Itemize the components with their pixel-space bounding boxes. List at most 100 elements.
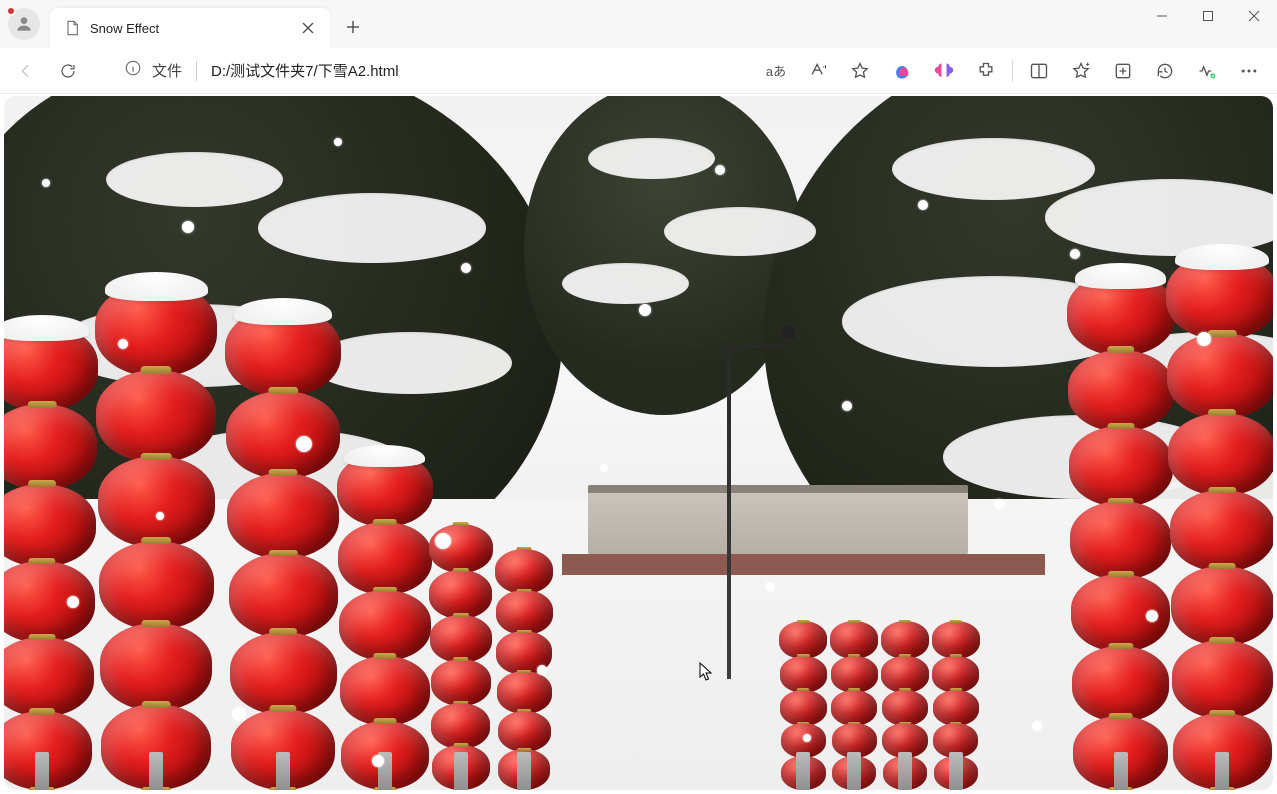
lantern-stake	[949, 752, 963, 790]
lantern	[339, 590, 431, 662]
lantern	[431, 703, 490, 749]
lamp-head	[781, 325, 795, 339]
translate-icon[interactable]: aあ	[756, 53, 796, 89]
notification-dot-icon	[6, 6, 16, 16]
site-info-icon[interactable]	[124, 59, 142, 82]
lantern	[498, 711, 551, 753]
lantern	[1072, 646, 1169, 722]
lantern-column	[429, 524, 493, 790]
history-icon[interactable]	[1145, 53, 1185, 89]
snow-patch	[588, 138, 715, 180]
lantern	[1170, 490, 1273, 572]
toolbar-separator	[1012, 60, 1013, 82]
lantern	[98, 456, 215, 547]
lantern-column	[1166, 253, 1273, 790]
copilot-icon[interactable]	[882, 53, 922, 89]
lantern	[431, 659, 491, 706]
lantern	[933, 690, 979, 726]
lantern	[1168, 413, 1273, 497]
address-type-label: 文件	[152, 60, 182, 81]
lantern-stake	[276, 752, 290, 790]
lantern	[99, 541, 214, 630]
lantern-column	[225, 307, 341, 790]
snow-patch	[892, 138, 1095, 200]
lantern-snowcap	[105, 272, 208, 301]
lantern-column	[4, 324, 98, 790]
lantern-column	[337, 452, 433, 790]
extensions-icon[interactable]	[966, 53, 1006, 89]
browser-tab[interactable]: Snow Effect	[50, 8, 330, 48]
collections-icon[interactable]	[1103, 53, 1143, 89]
lamp-post	[727, 346, 731, 679]
lantern-stake	[1114, 752, 1128, 790]
favorites-bar-icon[interactable]	[1061, 53, 1101, 89]
lantern	[4, 637, 94, 717]
window-minimize-button[interactable]	[1139, 0, 1185, 32]
lantern-column	[1067, 272, 1175, 790]
lantern	[1167, 333, 1273, 419]
new-tab-button[interactable]	[336, 10, 370, 44]
favorite-icon[interactable]	[840, 53, 880, 89]
lantern	[227, 473, 338, 560]
window-maximize-button[interactable]	[1185, 0, 1231, 32]
lantern-snowcap	[234, 298, 331, 325]
lantern	[932, 621, 980, 658]
lantern-column	[95, 282, 217, 790]
background-wall	[562, 554, 1044, 575]
snow-patch	[106, 152, 284, 208]
lantern	[1069, 426, 1173, 507]
lantern-column	[495, 549, 553, 791]
refresh-button[interactable]	[50, 53, 86, 89]
read-aloud-icon[interactable]	[798, 53, 838, 89]
lantern-stake	[796, 752, 810, 790]
performance-icon[interactable]	[1187, 53, 1227, 89]
snow-patch	[258, 193, 486, 262]
lantern	[495, 549, 553, 594]
lantern-stake	[378, 752, 392, 790]
browser-toolbar: 文件 D:/测试文件夹7/下雪A2.html aあ	[0, 48, 1277, 94]
window-close-button[interactable]	[1231, 0, 1277, 32]
brain-icon[interactable]	[924, 53, 964, 89]
toolbar-right-icons: aあ	[756, 53, 1269, 89]
lantern-column	[779, 621, 827, 790]
snow-patch	[664, 207, 816, 256]
tab-close-button[interactable]	[296, 16, 320, 40]
snow-patch	[562, 263, 689, 305]
lantern	[882, 690, 928, 726]
lantern-stake	[517, 752, 531, 790]
lantern-stake	[1215, 752, 1229, 790]
profile-button[interactable]	[8, 8, 40, 40]
lantern	[95, 282, 217, 377]
address-bar[interactable]: 文件 D:/测试文件夹7/下雪A2.html	[112, 54, 405, 88]
more-icon[interactable]	[1229, 53, 1269, 89]
lantern-snowcap	[4, 315, 89, 341]
address-path: D:/测试文件夹7/下雪A2.html	[211, 60, 399, 81]
snow-scene	[4, 96, 1273, 790]
lantern	[780, 690, 826, 726]
lantern	[1166, 253, 1273, 340]
lantern	[496, 631, 552, 674]
lantern	[496, 590, 553, 634]
lantern	[226, 391, 340, 480]
lantern	[1172, 640, 1273, 719]
back-button[interactable]	[8, 53, 44, 89]
split-screen-icon[interactable]	[1019, 53, 1059, 89]
lantern-snowcap	[1175, 244, 1269, 270]
lantern	[1068, 350, 1174, 433]
background-building	[588, 485, 969, 554]
lantern	[229, 553, 338, 638]
lantern	[100, 623, 212, 711]
window-controls	[1139, 0, 1277, 40]
page-viewport	[0, 94, 1277, 794]
lantern	[225, 307, 341, 397]
lantern	[96, 370, 216, 463]
lantern	[497, 671, 552, 714]
lantern	[4, 484, 96, 568]
page-icon	[64, 20, 80, 36]
lantern	[338, 522, 432, 595]
lantern-column	[881, 621, 929, 790]
lantern	[881, 621, 929, 658]
lantern	[830, 621, 878, 658]
lantern	[1171, 566, 1273, 646]
address-divider	[196, 61, 197, 81]
